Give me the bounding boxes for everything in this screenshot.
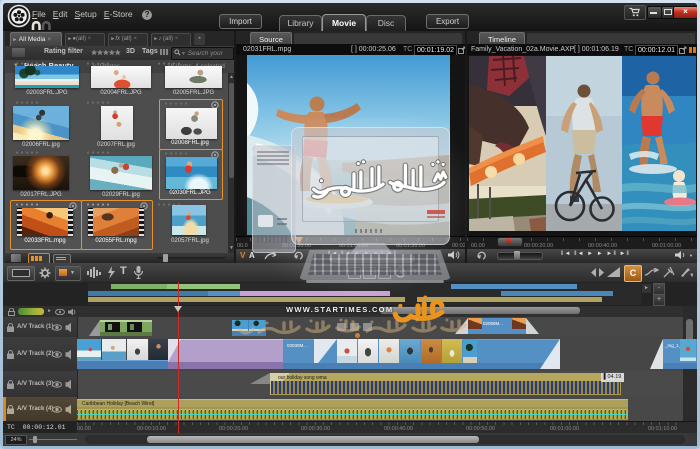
svg-text:▼: ▼: [689, 273, 693, 278]
